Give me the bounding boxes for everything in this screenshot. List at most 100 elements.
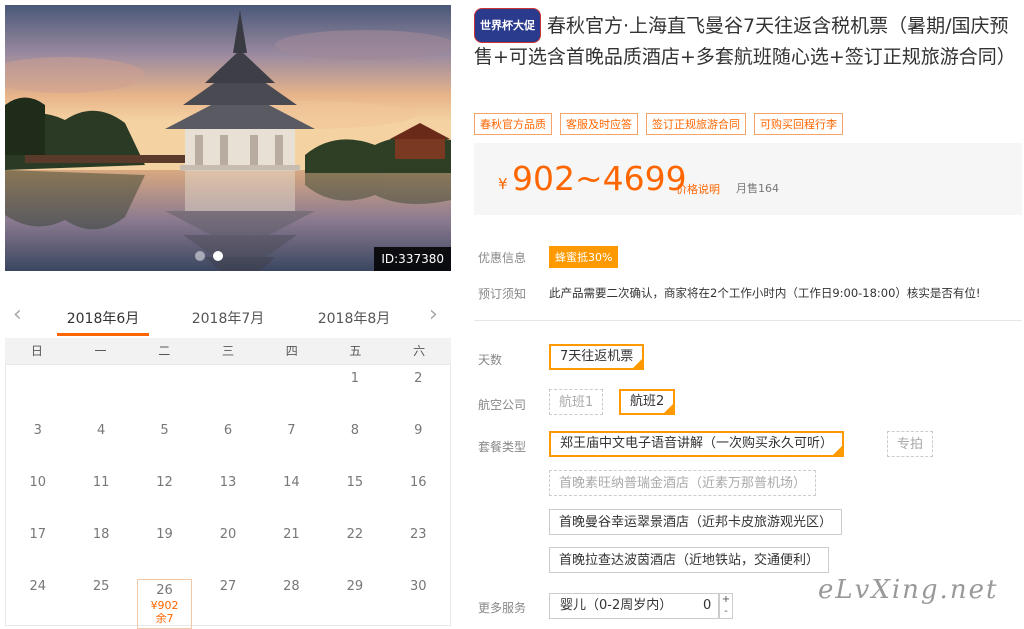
watermark: eLvXing.net [818, 575, 999, 605]
day-number: 4 [96, 423, 106, 438]
day-number: 13 [219, 475, 237, 490]
calendar-day: 30 [387, 573, 450, 625]
day-price-value: ¥902 [150, 599, 179, 612]
calendar-day: 24 [6, 573, 69, 625]
weekday-label: 二 [158, 344, 171, 358]
option-days-7[interactable]: 7天往返机票 [549, 344, 645, 370]
calendar-day: 21 [260, 521, 323, 573]
option-package-audio-guide[interactable]: 郑王庙中文电子语音讲解（一次购买永久可听） [549, 431, 845, 457]
plus-icon[interactable]: + [720, 594, 732, 606]
day-number: 9 [414, 423, 423, 438]
calendar-day: 28 [260, 573, 323, 625]
day-number: 8 [350, 423, 359, 438]
calendar-day: 19 [133, 521, 196, 573]
weekday-label: 六 [413, 344, 426, 358]
product-title: 春秋官方·上海直飞曼谷7天往返含税机票（暑期/国庆预售+可选含首晚品质酒店+多套… [474, 15, 1016, 68]
calendar-day: 7 [260, 417, 323, 469]
day-number: 21 [283, 527, 300, 542]
option-package-special[interactable]: 专拍 [887, 431, 934, 457]
calendar-day: 15 [323, 469, 386, 521]
carousel-dot[interactable] [195, 251, 205, 261]
infant-quantity-stepper: + - [719, 593, 733, 619]
day-number: 7 [287, 423, 296, 438]
day-number: 10 [29, 475, 46, 490]
product-tag: 可购买回程行李 [754, 113, 843, 135]
more-services-label: 更多服务 [478, 601, 527, 615]
carousel-dots[interactable] [195, 251, 223, 261]
day-number: 25 [92, 579, 110, 594]
calendar-weekday-header: 日 一 二 三 四 五 六 [5, 338, 451, 364]
calendar-day: 20 [196, 521, 259, 573]
calendar-day: 12 [133, 469, 196, 521]
day-number: 23 [410, 527, 427, 542]
calendar-day-empty [69, 365, 132, 417]
day-price: ¥902 余7 [133, 599, 196, 625]
minus-icon[interactable]: - [720, 606, 732, 618]
tab-month-1[interactable]: 2018年6月 [57, 308, 149, 328]
calendar-day-empty [6, 365, 69, 417]
calendar-day[interactable]: 26 ¥902 余7 [133, 573, 196, 629]
days-label: 天数 [478, 353, 503, 367]
calendar-days-grid: 1 2 3 4 5 6 7 8 9 10 11 12 13 14 15 16 17 18 19 20 21 22 23 24 2… [5, 364, 451, 629]
day-number: 18 [92, 527, 110, 542]
calendar-day: 17 [6, 521, 69, 573]
calendar-day: 9 [387, 417, 450, 469]
option-package-hotel-ratchada[interactable]: 首晚拉查达波茵酒店（近地铁站，交通便利） [549, 547, 830, 573]
product-tag: 签订正规旅游合同 [646, 113, 746, 135]
calendar-day: 11 [69, 469, 132, 521]
calendar-day: 22 [323, 521, 386, 573]
active-month-indicator [57, 333, 149, 336]
chevron-right-icon[interactable]: › [429, 302, 438, 327]
discount-label: 优惠信息 [478, 251, 527, 265]
calendar-day: 18 [69, 521, 132, 573]
product-tag: 客服及时应答 [560, 113, 638, 135]
section-divider [474, 320, 1022, 321]
day-number: 2 [414, 371, 423, 386]
calendar-month-nav: ‹ 2018年6月 2018年7月 2018年8月 › [5, 298, 451, 336]
calendar-day: 6 [196, 417, 259, 469]
calendar-day: 1 [323, 365, 386, 417]
calendar-day: 14 [260, 469, 323, 521]
price-explain-link[interactable]: 价格说明 [676, 181, 720, 197]
option-flight-2[interactable]: 航班2 [619, 389, 676, 415]
day-number: 15 [346, 475, 364, 490]
carousel-dot-active[interactable] [213, 251, 223, 261]
day-number: 1 [350, 371, 359, 386]
calendar-day-empty [196, 365, 259, 417]
day-number: 29 [346, 579, 364, 594]
day-number: 17 [29, 527, 46, 542]
chevron-left-icon[interactable]: ‹ [13, 302, 22, 327]
tab-month-2[interactable]: 2018年7月 [182, 308, 274, 328]
temple-photo [5, 5, 451, 271]
price-range: 902~4699 [512, 159, 687, 198]
calendar-day: 23 [387, 521, 450, 573]
tab-month-3[interactable]: 2018年8月 [308, 308, 400, 328]
infant-stepper-value[interactable]: 0 [703, 593, 711, 619]
day-number: 3 [33, 423, 42, 438]
product-id-badge: ID:337380 [374, 247, 451, 271]
option-package-hotel-lucky[interactable]: 首晚曼谷幸运翠景酒店（近邦卡皮旅游观光区） [549, 509, 843, 535]
day-number: 22 [346, 527, 364, 542]
day-number: 27 [219, 579, 237, 594]
option-flight-1[interactable]: 航班1 [549, 389, 604, 415]
day-number: 26 [156, 583, 173, 598]
price-box: ¥ 902~4699 价格说明 月售164 [474, 143, 1022, 215]
weekday-label: 五 [349, 344, 362, 358]
monthly-sales: 月售164 [736, 182, 779, 195]
promo-badge: 世界杯大促 [474, 8, 541, 43]
calendar-day: 2 [387, 365, 450, 417]
product-tag: 春秋官方品质 [474, 113, 552, 135]
option-package-hotel-airport[interactable]: 首晚素旺纳普瑞金酒店（近素万那普机场） [549, 470, 817, 496]
product-hero-image[interactable]: ID:337380 [5, 5, 451, 271]
weekday-label: 日 [30, 344, 43, 358]
calendar-day: 10 [6, 469, 69, 521]
day-number: 5 [160, 423, 169, 438]
airline-label: 航空公司 [478, 398, 527, 412]
calendar-day-empty [260, 365, 323, 417]
calendar-day: 3 [6, 417, 69, 469]
calendar-day: 8 [323, 417, 386, 469]
calendar-day: 13 [196, 469, 259, 521]
weekday-label: 一 [94, 344, 107, 358]
product-title-area: 世界杯大促 春秋官方·上海直飞曼谷7天往返含税机票（暑期/国庆预售+可选含首晚品质… [474, 8, 1022, 72]
day-number: 24 [29, 579, 46, 594]
